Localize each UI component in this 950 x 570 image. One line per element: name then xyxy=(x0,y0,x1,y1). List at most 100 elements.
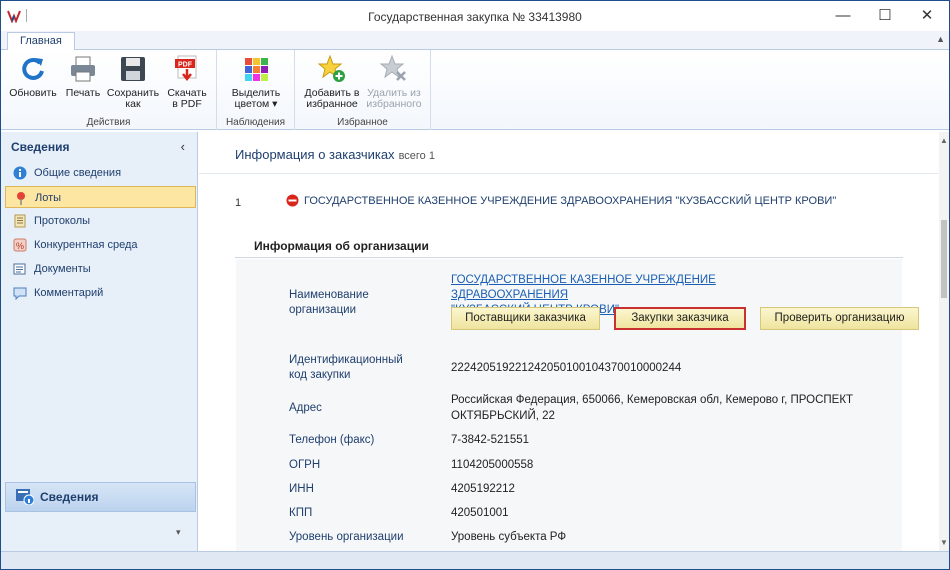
ogrn-value: 1104205000558 xyxy=(451,459,534,471)
title-bar: Государственная закупка № 33413980 — ☐ ✕ xyxy=(1,1,949,31)
stop-icon xyxy=(286,194,299,207)
sidebar-section-button[interactable]: Сведения xyxy=(5,482,196,512)
ribbon-group-actions: Обновить Печать Сохранить как PDF Скачат… xyxy=(1,50,217,130)
sidebar-item-label: Комментарий xyxy=(34,287,104,299)
sidebar-item-protocols[interactable]: Протоколы xyxy=(5,210,196,232)
sidebar-header: Сведения xyxy=(11,140,70,154)
scroll-up-icon[interactable]: ▲ xyxy=(940,136,948,145)
sidebar-item-general[interactable]: Общие сведения xyxy=(5,162,196,184)
org-level-value: Уровень субъекта РФ xyxy=(451,531,567,543)
sidebar-collapse-button[interactable]: ‹ xyxy=(181,132,185,162)
sidebar-item-lots[interactable]: Лоты xyxy=(5,186,196,208)
vertical-scrollbar[interactable]: ▲ ▼ xyxy=(939,132,949,551)
sidebar-item-label: Протоколы xyxy=(34,215,91,227)
phone-label: Телефон (факс) xyxy=(289,434,375,446)
pdf-label-2: в PDF xyxy=(172,98,202,110)
sidebar-item-label: Общие сведения xyxy=(34,167,122,179)
color-grid-icon xyxy=(245,58,268,81)
scroll-down-icon[interactable]: ▼ xyxy=(940,538,948,547)
customers-title: Информация о заказчиках всего 1 xyxy=(235,147,435,162)
tab-main[interactable]: Главная xyxy=(7,32,75,51)
org-info-divider xyxy=(235,257,903,258)
svg-text:%: % xyxy=(16,241,24,251)
remove-favorite-button[interactable]: Удалить из избранного xyxy=(363,54,425,110)
kpp-value: 420501001 xyxy=(451,507,509,519)
ribbon-group-watch: Выделить цветом ▾ Наблюдения xyxy=(217,50,295,130)
add-favorite-button[interactable]: Добавить в избранное xyxy=(301,54,363,110)
printer-icon xyxy=(71,56,95,82)
inn-value: 4205192212 xyxy=(451,483,515,495)
customers-title-text: Информация о заказчиках xyxy=(235,147,395,162)
ikz-label: Идентификационный код закупки xyxy=(289,353,403,383)
scroll-thumb[interactable] xyxy=(941,220,947,298)
ribbon-tab-strip: Главная ▲ xyxy=(1,31,949,51)
percent-icon: % xyxy=(13,238,27,252)
sidebar-item-documents[interactable]: Документы xyxy=(5,258,196,280)
print-button[interactable]: Печать xyxy=(61,54,105,99)
pdf-icon: PDF xyxy=(175,55,197,82)
pdf-badge-text: PDF xyxy=(178,62,193,69)
org-name-link-line1: ГОСУДАРСТВЕННОЕ КАЗЕННОЕ УЧРЕЖДЕНИЕ ЗДРА… xyxy=(451,274,716,301)
kpp-label: КПП xyxy=(289,507,313,519)
sidebar-item-comment[interactable]: Комментарий xyxy=(5,282,196,304)
document-icon xyxy=(14,214,26,228)
customer-number: 1 xyxy=(235,197,242,209)
star-add-icon xyxy=(317,54,345,82)
minimize-button[interactable]: — xyxy=(825,5,861,27)
highlight-color-button[interactable]: Выделить цветом ▾ xyxy=(225,54,287,110)
main-content: Информация о заказчиках всего 1 1 ГОСУДАР… xyxy=(199,132,939,551)
inn-label: ИНН xyxy=(289,483,314,495)
sidebar-item-competition[interactable]: % Конкурентная среда xyxy=(5,234,196,256)
org-name-label-line2: организации xyxy=(289,304,357,316)
floppy-disk-icon xyxy=(121,57,145,81)
address-value-line2: ОКТЯБРЬСКИЙ, 22 xyxy=(451,410,555,422)
pin-icon xyxy=(17,192,25,205)
highlight-label-2: цветом ▾ xyxy=(234,98,278,110)
customer-name[interactable]: ГОСУДАРСТВЕННОЕ КАЗЕННОЕ УЧРЕЖДЕНИЕ ЗДРА… xyxy=(304,195,836,207)
star-remove-icon xyxy=(379,54,406,81)
sidebar-item-label: Лоты xyxy=(35,192,62,204)
add-favorite-label-2: избранное xyxy=(306,98,358,110)
phone-value: 7-3842-521551 xyxy=(451,434,530,446)
org-name-label: Наименование организации xyxy=(289,288,369,318)
comment-icon xyxy=(13,287,27,300)
ikz-label-line2: код закупки xyxy=(289,369,351,381)
group-label-favorites: Избранное xyxy=(337,117,388,128)
status-bar xyxy=(1,551,949,569)
sidebar-more-icon[interactable]: ▾ xyxy=(176,527,181,538)
ribbon: Обновить Печать Сохранить как PDF Скачат… xyxy=(1,50,949,130)
group-label-actions: Действия xyxy=(86,117,131,128)
download-pdf-button[interactable]: PDF Скачать в PDF xyxy=(163,54,211,110)
close-button[interactable]: ✕ xyxy=(909,5,945,27)
print-label: Печать xyxy=(65,87,101,99)
ribbon-group-favorites: Добавить в избранное Удалить из избранно… xyxy=(295,50,431,130)
ribbon-collapse-icon[interactable]: ▲ xyxy=(936,34,945,44)
remove-favorite-label-2: избранного xyxy=(366,98,422,110)
customers-count: всего 1 xyxy=(398,150,435,162)
group-label-watch: Наблюдения xyxy=(225,117,286,128)
address-label: Адрес xyxy=(289,402,322,414)
check-organization-button[interactable]: Проверить организацию xyxy=(760,307,919,330)
save-as-button[interactable]: Сохранить как xyxy=(105,54,161,110)
refresh-button[interactable]: Обновить xyxy=(7,54,59,99)
org-name-label-line1: Наименование xyxy=(289,289,369,301)
address-value-line1: Российская Федерация, 650066, Кемеровска… xyxy=(451,394,854,406)
app-window: Государственная закупка № 33413980 — ☐ ✕… xyxy=(0,0,950,570)
address-value: Российская Федерация, 650066, Кемеровска… xyxy=(451,392,853,424)
sidebar-section-label: Сведения xyxy=(40,490,99,504)
ogrn-label: ОГРН xyxy=(289,459,321,471)
maximize-button[interactable]: ☐ xyxy=(867,5,903,27)
ikz-value: 222420519221242050100104370010000244 xyxy=(451,362,682,374)
refresh-label: Обновить xyxy=(9,87,57,99)
ikz-label-line1: Идентификационный xyxy=(289,354,403,366)
sidebar-item-label: Конкурентная среда xyxy=(34,239,138,251)
sidebar: Сведения ‹ Общие сведения Лоты Протоколы… xyxy=(1,132,198,551)
details-icon xyxy=(16,489,34,505)
customer-suppliers-button[interactable]: Поставщики заказчика xyxy=(451,307,600,330)
customer-purchases-button[interactable]: Закупки заказчика xyxy=(614,307,746,330)
org-level-label: Уровень организации xyxy=(289,531,404,543)
window-title: Государственная закупка № 33413980 xyxy=(368,10,582,24)
documents-icon xyxy=(13,263,26,275)
org-info-title: Информация об организации xyxy=(254,239,429,253)
save-label-2: как xyxy=(125,98,141,110)
